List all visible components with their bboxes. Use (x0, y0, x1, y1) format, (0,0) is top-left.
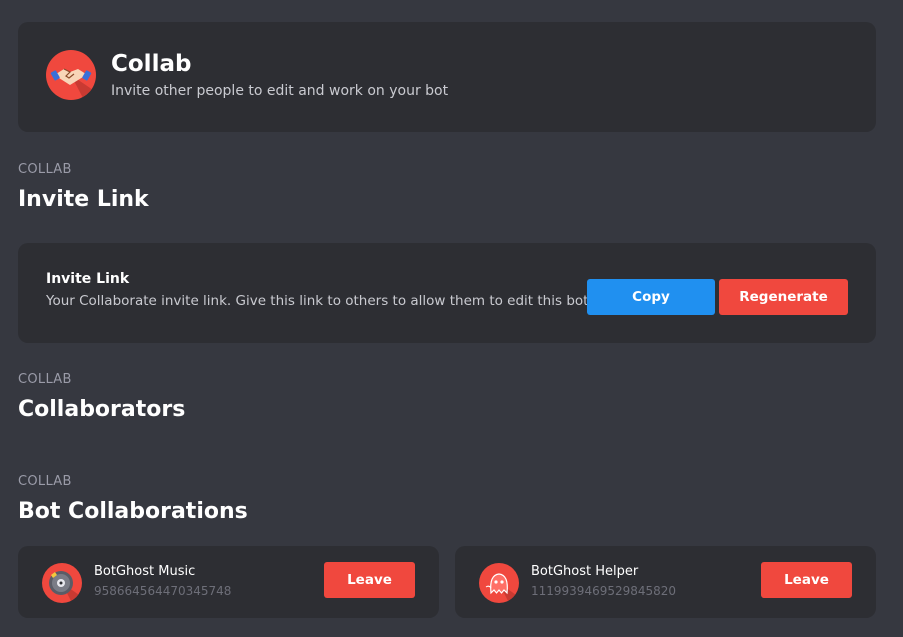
invite-link-label: Invite Link (46, 271, 130, 287)
music-disc-icon (42, 563, 82, 603)
bot-name: BotGhost Music (94, 564, 196, 579)
invite-section-title: Invite Link (18, 187, 149, 212)
bot-collabs-section-title: Bot Collaborations (18, 499, 248, 524)
page-title: Collab (111, 51, 192, 77)
bot-name: BotGhost Helper (531, 564, 639, 579)
collaborators-section-eyebrow: COLLAB (18, 372, 72, 387)
bot-collabs-section-eyebrow: COLLAB (18, 474, 72, 489)
invite-link-description: Your Collaborate invite link. Give this … (46, 293, 593, 309)
bot-id: 1119939469529845820 (531, 584, 677, 598)
leave-button[interactable]: Leave (324, 562, 415, 598)
bot-collab-card: BotGhost Music 958664564470345748 Leave (18, 546, 439, 618)
bot-collab-card: BotGhost Helper 1119939469529845820 Leav… (455, 546, 876, 618)
leave-button[interactable]: Leave (761, 562, 852, 598)
collaborators-section-title: Collaborators (18, 397, 186, 422)
invite-link-card: Invite Link Your Collaborate invite link… (18, 243, 876, 343)
copy-button[interactable]: Copy (587, 279, 715, 315)
handshake-icon (46, 50, 96, 100)
bot-id: 958664564470345748 (94, 584, 232, 598)
invite-section-eyebrow: COLLAB (18, 162, 72, 177)
page-header-card: Collab Invite other people to edit and w… (18, 22, 876, 132)
ghost-icon (479, 563, 519, 603)
regenerate-button[interactable]: Regenerate (719, 279, 848, 315)
page-subtitle: Invite other people to edit and work on … (111, 83, 449, 99)
